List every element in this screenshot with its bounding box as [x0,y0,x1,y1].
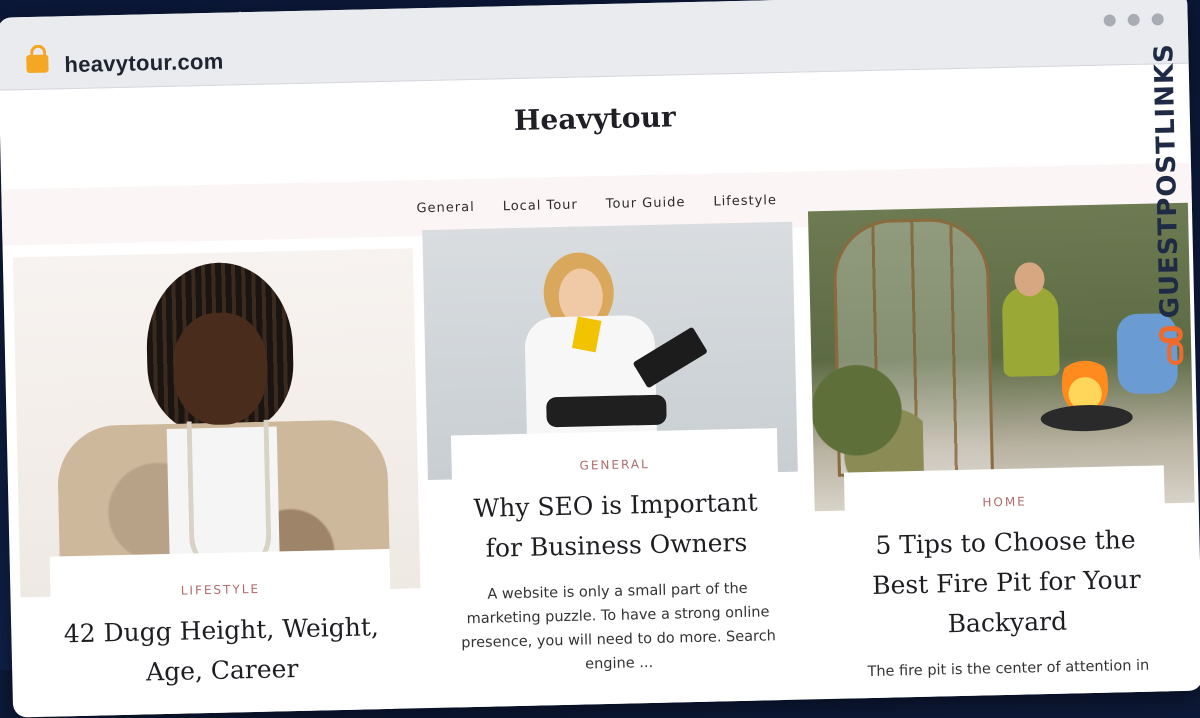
post-card: LIFESTYLE 42 Dugg Height, Weight, Age, C… [12,248,423,718]
post-title[interactable]: 5 Tips to Choose the Best Fire Pit for Y… [845,519,1168,646]
window-dot-icon[interactable] [1151,13,1164,26]
nav-lifestyle[interactable]: Lifestyle [713,193,777,209]
post-card: GENERAL Why SEO is Important for Busines… [422,221,802,718]
post-card: HOME 5 Tips to Choose the Best Fire Pit … [807,202,1199,718]
browser-window: heavytour.com Heavytour General Local To… [0,0,1200,718]
post-title[interactable]: 42 Dugg Height, Weight, Age, Career [51,607,393,695]
post-caption: GENERAL Why SEO is Important for Busines… [450,428,784,718]
window-dot-icon[interactable] [1103,14,1116,27]
window-controls [1103,13,1164,27]
nav-local-tour[interactable]: Local Tour [503,197,578,214]
link-chain-icon [1158,326,1184,344]
nav-tour-guide[interactable]: Tour Guide [606,195,686,212]
post-category[interactable]: LIFESTYLE [50,579,390,601]
lock-icon [26,54,49,74]
post-excerpt: A website is only a small part of the ma… [461,580,777,673]
post-excerpt: The fire pit is the center of attention … [867,657,1150,681]
post-category[interactable]: HOME [844,491,1164,512]
address-bar-url[interactable]: heavytour.com [64,49,224,79]
site-title[interactable]: Heavytour [0,89,1190,149]
guestpostlinks-watermark: GUESTPOSTLINKS [1146,43,1189,344]
post-category[interactable]: GENERAL [452,454,778,475]
post-caption: HOME 5 Tips to Choose the Best Fire Pit … [843,465,1170,718]
nav-general[interactable]: General [416,199,475,215]
browser-chrome: heavytour.com [0,0,1189,91]
brand-text: GUESTPOSTLINKS [1149,42,1186,319]
post-caption: LIFESTYLE 42 Dugg Height, Weight, Age, C… [49,548,394,718]
window-dot-icon[interactable] [1127,13,1140,27]
post-title[interactable]: Why SEO is Important for Business Owners [452,482,780,569]
post-image[interactable] [12,248,421,598]
